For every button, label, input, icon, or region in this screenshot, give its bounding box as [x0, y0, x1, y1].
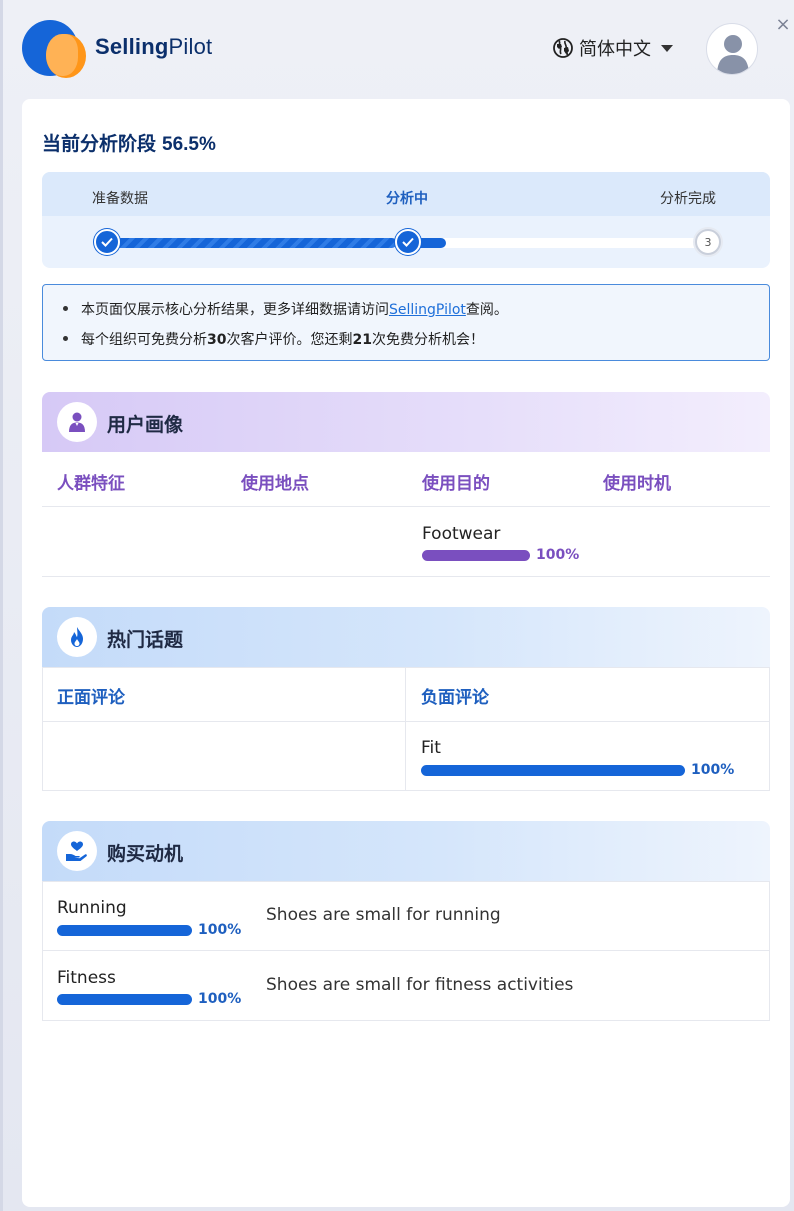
negative-topic-percent: 100%: [691, 762, 735, 778]
notice-box: 本页面仅展示核心分析结果，更多详细数据请访问SellingPilot查阅。 每个…: [42, 284, 770, 361]
col-crowd-traits: 人群特征: [57, 474, 125, 494]
motivation-row-percent: 100%: [198, 991, 242, 1007]
col-usage-timing: 使用时机: [603, 474, 671, 494]
topics-section-title: 热门话题: [107, 629, 184, 651]
motivation-row-percent: 100%: [198, 922, 242, 938]
step-1-done-check-icon: [94, 229, 120, 255]
purpose-item-percent: 100%: [536, 547, 580, 563]
stage-title: 当前分析阶段 56.5%: [42, 129, 216, 156]
col-usage-purpose: 使用目的: [422, 474, 490, 494]
brand-name: SellingPilot: [95, 34, 212, 60]
notice-line-1-suffix: 查阅。: [465, 302, 508, 318]
col-usage-location: 使用地点: [241, 474, 309, 494]
topics-section-header: 热门话题: [42, 607, 770, 667]
negative-topic-bar: [421, 765, 685, 776]
step-label-complete: 分析完成: [660, 191, 716, 207]
step-3-pending-indicator: 3: [695, 229, 721, 255]
motivation-row-bar: [57, 925, 192, 936]
purpose-item-bar: [422, 550, 530, 561]
divider: [42, 576, 770, 577]
sellingpilot-logo-icon: [22, 20, 86, 78]
progress-fill: [107, 238, 397, 248]
language-selector[interactable]: 简体中文: [553, 36, 673, 60]
step-3-number: 3: [704, 235, 712, 249]
persona-section-header: 用户画像: [42, 392, 770, 452]
window-left-edge: [0, 0, 3, 1211]
step-label-analyzing: 分析中: [386, 191, 428, 207]
flame-icon: [57, 617, 97, 657]
step-label-prepare: 准备数据: [92, 191, 148, 207]
notice-line-2-mid: 次客户评价。您还剩: [226, 332, 353, 348]
language-label: 简体中文: [579, 39, 651, 60]
step-2-done-check-icon: [395, 229, 421, 255]
col-negative-reviews: 负面评论: [421, 688, 489, 708]
motivation-row-label: Fitness: [57, 968, 116, 988]
close-icon[interactable]: ×: [775, 16, 791, 34]
user-avatar[interactable]: [706, 23, 758, 75]
hand-heart-icon: [57, 831, 97, 871]
analysis-progress: 准备数据 分析中 分析完成 3: [42, 172, 770, 268]
globe-icon: [553, 38, 573, 58]
notice-line-2: 每个组织可免费分析30次客户评价。您还剩21次免费分析机会！: [63, 329, 484, 349]
top-header: SellingPilot 简体中文 ×: [0, 0, 794, 98]
stage-percent: 56.5%: [162, 134, 216, 155]
notice-line-1: 本页面仅展示核心分析结果，更多详细数据请访问SellingPilot查阅。: [63, 299, 508, 319]
notice-line-2-prefix: 每个组织可免费分析: [81, 332, 207, 348]
motivation-section-title: 购买动机: [107, 843, 184, 865]
user-profile-icon: [57, 402, 97, 442]
sellingpilot-link[interactable]: SellingPilot: [389, 302, 466, 318]
notice-line-1-prefix: 本页面仅展示核心分析结果，更多详细数据请访问: [81, 302, 389, 318]
negative-topic-label: Fit: [421, 738, 441, 758]
motivation-row-label: Running: [57, 898, 127, 918]
notice-line-2-suffix: 次免费分析机会！: [371, 332, 484, 348]
stage-title-label: 当前分析阶段: [42, 134, 157, 155]
purpose-item-label: Footwear: [422, 524, 501, 544]
divider: [42, 506, 770, 507]
brand-name-bold: Selling: [95, 34, 169, 59]
motivation-row-text: Shoes are small for running: [266, 905, 501, 925]
free-total-count: 30: [207, 332, 227, 348]
motivation-section-header: 购买动机: [42, 821, 770, 881]
chevron-down-icon: [661, 44, 673, 52]
motivation-row-bar: [57, 994, 192, 1005]
persona-section-title: 用户画像: [107, 414, 184, 436]
col-positive-reviews: 正面评论: [57, 688, 125, 708]
motivation-row-text: Shoes are small for fitness activities: [266, 975, 574, 995]
brand-name-light: Pilot: [168, 34, 213, 59]
free-remaining-count: 21: [352, 332, 372, 348]
user-silhouette-icon: [717, 35, 749, 74]
